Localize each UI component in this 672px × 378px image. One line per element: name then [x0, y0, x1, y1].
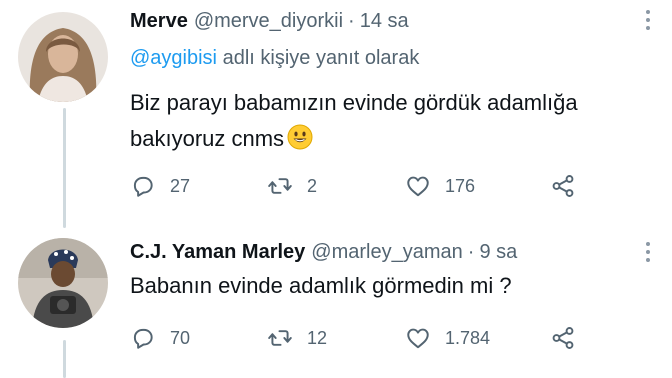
- like-button[interactable]: 1.784: [405, 323, 490, 353]
- thread-line: [63, 108, 66, 228]
- avatar-photo: [18, 238, 108, 328]
- more-dot: [646, 10, 650, 14]
- tweet-text: Babanın evinde adamlık görmedin mi ?: [130, 268, 650, 304]
- retweet-button[interactable]: 2: [267, 171, 317, 201]
- retweet-icon: [268, 330, 292, 346]
- like-count: 176: [445, 175, 476, 196]
- tweet-text-content: Babanın evinde adamlık görmedin mi ?: [130, 273, 512, 298]
- more-dot: [646, 18, 650, 22]
- share-icon: [552, 175, 574, 197]
- retweet-count: 2: [307, 175, 318, 196]
- author-name[interactable]: C.J. Yaman Marley: [130, 240, 305, 264]
- author-handle[interactable]: @marley_yaman: [311, 240, 462, 264]
- thread-line: [63, 340, 66, 378]
- more-dot: [646, 242, 650, 246]
- more-dot: [646, 250, 650, 254]
- timestamp[interactable]: 9 sa: [479, 240, 517, 264]
- avatar[interactable]: [18, 12, 108, 102]
- share-icon: [552, 327, 574, 349]
- reply-context-label: adlı kişiye yanıt olarak: [222, 47, 420, 69]
- avatar[interactable]: [18, 238, 108, 328]
- retweet-button[interactable]: 12: [267, 323, 327, 353]
- more-options-button[interactable]: [636, 8, 660, 32]
- reply-icon: [133, 328, 153, 349]
- avatar-photo: [18, 12, 108, 102]
- reply-count: 70: [170, 327, 191, 348]
- action-bar: 27 2 176: [130, 171, 590, 201]
- tweet-text-content: Biz parayı babamızın evinde gördük adaml…: [130, 90, 578, 151]
- reply-icon: [133, 176, 153, 197]
- more-options-button[interactable]: [636, 240, 660, 264]
- smiling-face-icon: [287, 124, 313, 161]
- more-dot: [646, 26, 650, 30]
- share-button[interactable]: [550, 323, 576, 353]
- retweet-count: 12: [307, 327, 328, 348]
- action-bar: 70 12 1.784: [130, 323, 590, 353]
- heart-icon: [407, 176, 429, 197]
- reply-count: 27: [170, 175, 191, 196]
- reply-mention-link[interactable]: @aygibisi: [130, 47, 217, 69]
- author-name[interactable]: Merve: [130, 9, 188, 33]
- tweet[interactable]: C.J. Yaman Marley @marley_yaman · 9 sa B…: [0, 228, 672, 378]
- like-button[interactable]: 176: [405, 171, 475, 201]
- timestamp[interactable]: 14 sa: [360, 9, 409, 33]
- reply-button[interactable]: 70: [130, 323, 190, 353]
- separator-dot: ·: [467, 241, 475, 263]
- reply-context: @aygibisi adlı kişiye yanıt olarak: [130, 47, 419, 70]
- separator-dot: ·: [348, 10, 355, 32]
- heart-icon: [407, 328, 429, 349]
- tweet[interactable]: Merve @merve_diyorkii · 14 sa @aygibisi …: [0, 0, 672, 228]
- reply-button[interactable]: 27: [130, 171, 190, 201]
- more-dot: [646, 258, 650, 262]
- like-count: 1.784: [445, 327, 491, 348]
- share-button[interactable]: [550, 171, 576, 201]
- retweet-icon: [268, 178, 292, 194]
- author-handle[interactable]: @merve_diyorkii: [194, 9, 343, 33]
- tweet-text: Biz parayı babamızın evinde gördük adaml…: [130, 85, 650, 161]
